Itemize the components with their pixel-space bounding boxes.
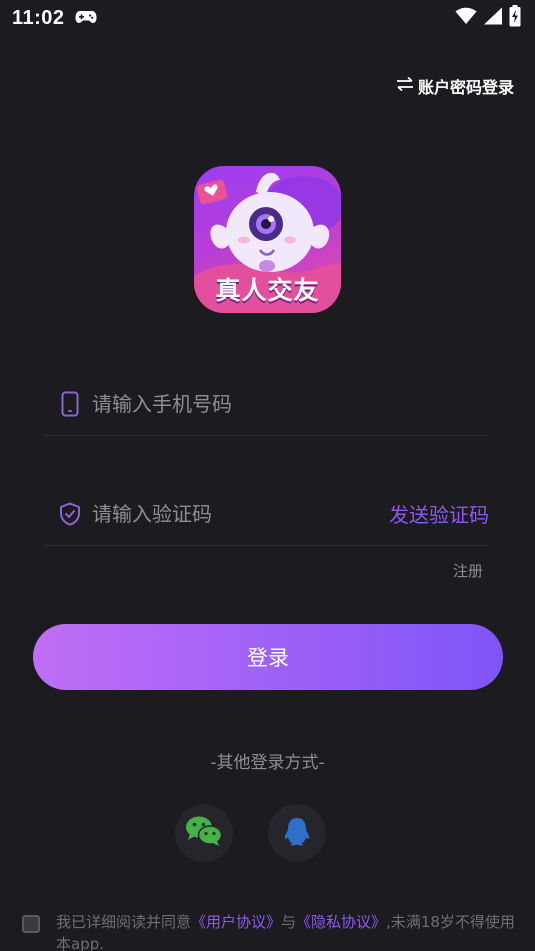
account-password-login-label: 账户密码登录 [417, 78, 514, 97]
wechat-icon [185, 815, 223, 851]
register-link[interactable]: 注册 [453, 560, 483, 581]
user-agreement-link[interactable]: 《用户协议》 [191, 913, 281, 931]
phone-field [44, 372, 489, 436]
gamepad-icon [75, 9, 97, 28]
wechat-login-button[interactable] [175, 804, 233, 862]
agreement-prefix: 我已详细阅读并同意 [56, 913, 192, 931]
other-login-title: -其他登录方式- [210, 753, 325, 773]
status-time: 11:02 [12, 6, 65, 29]
agreement-conjunction: 与 [281, 913, 297, 931]
wifi-icon [455, 7, 477, 29]
app-logo-text: 真人交友 [215, 276, 320, 305]
verification-code-input[interactable] [92, 501, 389, 526]
signal-icon [483, 7, 503, 29]
agreement-checkbox[interactable] [22, 915, 40, 933]
privacy-policy-link[interactable]: 《隐私协议》 [296, 913, 386, 931]
status-right [455, 5, 521, 31]
login-button[interactable]: 登录 [33, 624, 503, 690]
phone-icon [56, 390, 84, 418]
account-password-login-link[interactable]: 账户密码登录 [395, 74, 514, 98]
qq-icon [283, 816, 311, 850]
qq-login-button[interactable] [268, 804, 326, 862]
app-logo: 真人交友 [194, 166, 341, 313]
battery-charging-icon [509, 5, 521, 31]
shield-check-icon [56, 500, 84, 528]
send-code-button[interactable]: 发送验证码 [389, 499, 489, 528]
swap-arrows-icon [395, 76, 415, 96]
status-bar: 11:02 [0, 0, 535, 36]
verification-code-field: 发送验证码 [44, 482, 489, 546]
agreement-text: 我已详细阅读并同意《用户协议》与《隐私协议》,未满18岁不得使用本app. [56, 911, 517, 951]
phone-input[interactable] [92, 391, 489, 416]
status-left: 11:02 [12, 7, 97, 30]
agreement-row: 我已详细阅读并同意《用户协议》与《隐私协议》,未满18岁不得使用本app. [22, 911, 517, 951]
